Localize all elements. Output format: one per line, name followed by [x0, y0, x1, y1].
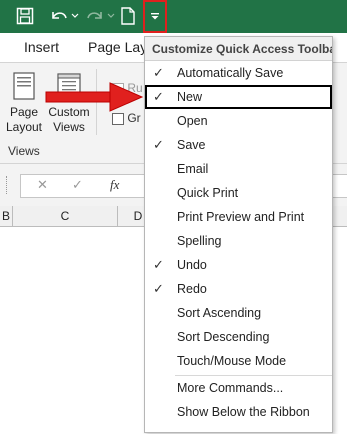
gridlines-checkbox-label: Gr [127, 111, 141, 125]
checkbox-box[interactable] [112, 112, 124, 125]
menu-item-print-preview[interactable]: Print Preview and Print [145, 205, 332, 229]
menu-item-show-below-ribbon[interactable]: Show Below the Ribbon [145, 400, 332, 424]
menu-item-label: Save [177, 138, 206, 152]
views-group-label: Views [8, 144, 40, 158]
column-header-b[interactable]: B [0, 206, 13, 226]
menu-item-label: New [177, 90, 203, 104]
page-layout-label-2: Layout [5, 120, 43, 134]
menu-item-save[interactable]: ✓ Save [145, 133, 332, 157]
menu-item-more-commands[interactable]: More Commands... [145, 376, 332, 400]
menu-title: Customize Quick Access Toolbar [145, 37, 332, 61]
customize-qat-menu: Customize Quick Access Toolbar ✓ Automati… [144, 36, 333, 433]
menu-item-label: Redo [177, 282, 207, 296]
undo-icon[interactable] [48, 4, 70, 28]
enter-icon[interactable]: ✓ [72, 177, 83, 193]
quick-access-toolbar [0, 0, 347, 33]
menu-item-label: Sort Ascending [177, 306, 262, 320]
new-document-icon[interactable] [118, 4, 138, 28]
menu-item-label: Open [177, 114, 208, 128]
menu-item-label: Show Below the Ribbon [177, 405, 310, 419]
check-icon: ✓ [153, 281, 164, 296]
check-icon: ✓ [153, 65, 164, 80]
save-icon[interactable] [12, 4, 38, 28]
menu-item-open[interactable]: Open [145, 109, 332, 133]
menu-item-undo[interactable]: ✓ Undo [145, 253, 332, 277]
function-icon[interactable]: fx [110, 177, 119, 193]
custom-views-label-2: Views [53, 120, 85, 134]
menu-item-label: Automatically Save [177, 66, 284, 80]
menu-item-sort-descending[interactable]: Sort Descending [145, 325, 332, 349]
page-layout-icon [13, 72, 35, 100]
customize-button-highlight [143, 0, 167, 33]
undo-dropdown-icon[interactable] [70, 4, 80, 28]
menu-item-label: Quick Print [177, 186, 239, 200]
menu-item-quick-print[interactable]: Quick Print [145, 181, 332, 205]
menu-item-touch-mouse-mode[interactable]: Touch/Mouse Mode [145, 349, 332, 373]
menu-item-automatically-save[interactable]: ✓ Automatically Save [145, 61, 332, 85]
tab-insert[interactable]: Insert [24, 39, 59, 55]
menu-item-label: More Commands... [177, 381, 284, 395]
redo-dropdown-icon[interactable] [106, 4, 116, 28]
check-icon: ✓ [153, 89, 164, 104]
check-icon: ✓ [153, 137, 164, 152]
menu-item-new[interactable]: ✓ New [145, 85, 332, 109]
menu-item-label: Sort Descending [177, 330, 270, 344]
page-layout-button[interactable]: Page Layout [2, 71, 46, 135]
resize-grip[interactable] [6, 176, 10, 194]
page-layout-label: Page [9, 105, 39, 119]
red-arrow-icon [45, 82, 144, 112]
column-header-c[interactable]: C [13, 206, 118, 226]
check-icon: ✓ [153, 257, 164, 272]
gridlines-checkbox[interactable]: Gr [112, 111, 141, 125]
cancel-icon[interactable]: ✕ [37, 177, 48, 193]
menu-item-label: Spelling [177, 234, 222, 248]
menu-item-label: Print Preview and Print [177, 210, 305, 224]
menu-item-sort-ascending[interactable]: Sort Ascending [145, 301, 332, 325]
menu-item-spelling[interactable]: Spelling [145, 229, 332, 253]
redo-icon[interactable] [84, 4, 106, 28]
menu-item-label: Touch/Mouse Mode [177, 354, 287, 368]
menu-item-label: Undo [177, 258, 207, 272]
menu-item-redo[interactable]: ✓ Redo [145, 277, 332, 301]
menu-item-email[interactable]: Email [145, 157, 332, 181]
menu-item-label: Email [177, 162, 209, 176]
